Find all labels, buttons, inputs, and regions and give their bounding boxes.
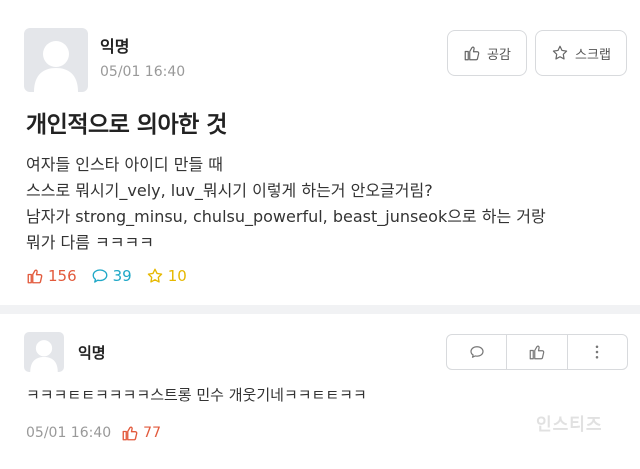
speech-bubble-icon (92, 269, 108, 283)
post-body-line: 뭐가 다름 ㅋㅋㅋㅋ (26, 233, 154, 252)
comment-like-count-value: 77 (143, 425, 161, 441)
post-body: 여자들 인스타 아이디 만들 때 스스로 뭐시기_vely, luv_뭐시기 이… (26, 152, 626, 256)
thumbs-up-icon (529, 345, 545, 360)
comment-like-count: 77 (121, 424, 161, 442)
vertical-dots-icon (596, 345, 599, 359)
comment-date: 05/01 16:40 (26, 425, 112, 441)
post-date: 05/01 16:40 (100, 64, 186, 80)
scrap-button-label: 스크랩 (575, 47, 611, 63)
like-count-value: 156 (48, 267, 77, 285)
post-body-line: 스스로 뭐시기_vely, luv_뭐시기 이렇게 하는거 안오글거림? (26, 181, 433, 200)
thumbs-up-icon (464, 46, 480, 61)
scrap-count: 10 (146, 267, 187, 285)
comment-like-button[interactable] (507, 335, 568, 369)
post-body-line: 남자가 strong_minsu, chulsu_powerful, beast… (26, 207, 546, 226)
thumbs-up-icon (122, 426, 138, 441)
like-button[interactable]: 공감 (447, 30, 527, 76)
star-icon (552, 45, 568, 60)
section-divider (0, 305, 640, 314)
default-avatar-icon (30, 340, 58, 372)
comment-item: 익명 ㅋㅋㅋㅌㅌㅋㅋㅋㅋ스트롱 민수 개웃기네ㅋㅋㅌㅌㅋㅋ 05/01 16:4… (0, 314, 640, 469)
speech-bubble-icon (470, 346, 484, 358)
like-count: 156 (26, 267, 77, 285)
like-button-label: 공감 (487, 47, 511, 63)
thumbs-up-icon (27, 269, 43, 284)
post-title: 개인적으로 의아한 것 (26, 112, 227, 138)
watermark: 인스티즈 (536, 415, 603, 435)
default-avatar-icon (34, 41, 78, 92)
comment-text: ㅋㅋㅋㅌㅌㅋㅋㅋㅋ스트롱 민수 개웃기네ㅋㅋㅌㅌㅋㅋ (26, 386, 367, 404)
more-options-button[interactable] (568, 335, 627, 369)
star-icon (147, 268, 163, 283)
comment-avatar (24, 332, 64, 372)
comment-count: 39 (91, 267, 132, 285)
comment-meta: 05/01 16:40 77 (26, 424, 161, 442)
comment-count-value: 39 (112, 267, 132, 285)
post-stats: 156 39 10 (26, 267, 201, 285)
avatar (24, 28, 88, 92)
reply-button[interactable] (447, 335, 508, 369)
post: 익명 05/01 16:40 공감 스크랩 개인적으로 의아한 것 여자들 인스… (0, 0, 640, 305)
post-body-line: 여자들 인스타 아이디 만들 때 (26, 155, 223, 174)
scrap-count-value: 10 (167, 267, 187, 285)
scrap-button[interactable]: 스크랩 (535, 30, 627, 76)
post-author: 익명 (100, 37, 130, 56)
comment-actions (446, 334, 628, 370)
comment-author: 익명 (78, 344, 106, 362)
